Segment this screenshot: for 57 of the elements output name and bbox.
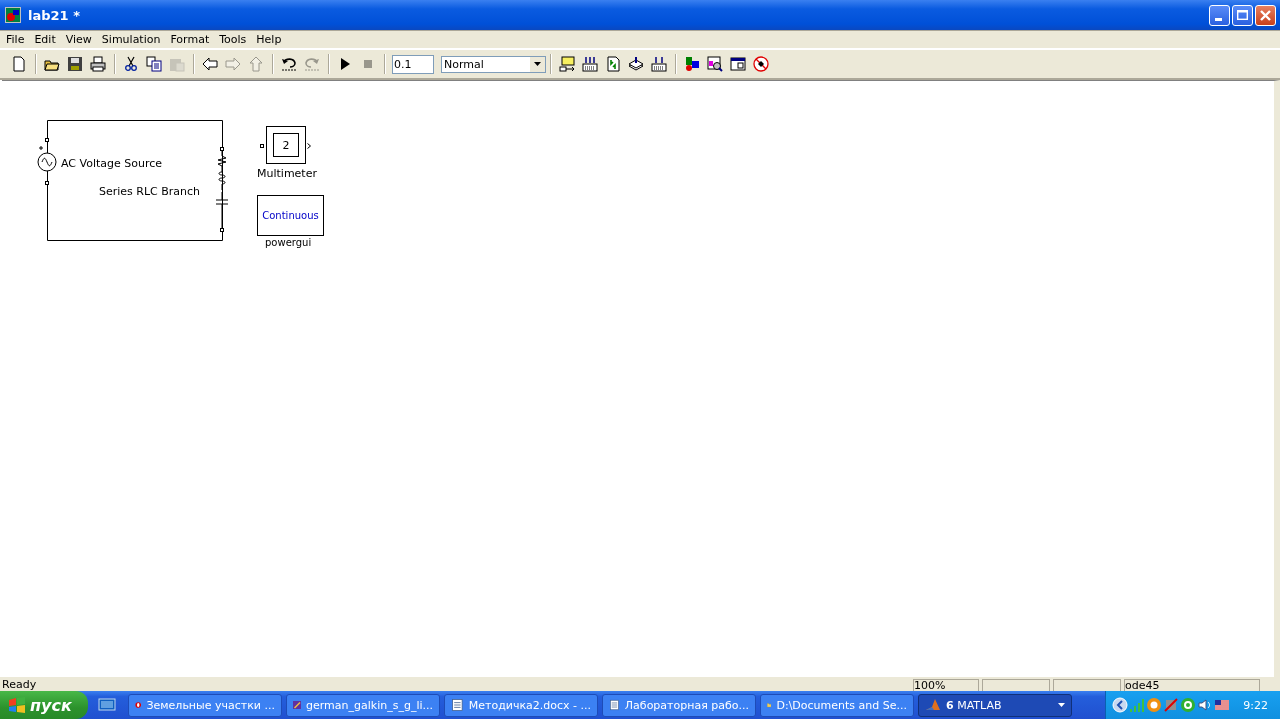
close-button[interactable] bbox=[1255, 4, 1276, 26]
document-icon bbox=[609, 697, 620, 713]
block-icon[interactable] bbox=[559, 56, 575, 72]
refresh-page-icon[interactable] bbox=[605, 56, 621, 72]
left-arrow-icon[interactable] bbox=[202, 56, 218, 72]
close-icon bbox=[1260, 9, 1271, 21]
taskbar-button[interactable]: D:\Documents and Se... bbox=[760, 693, 914, 717]
grid-icon[interactable] bbox=[582, 56, 598, 72]
magnifier-icon[interactable] bbox=[707, 56, 723, 72]
taskbar-button[interactable]: german_galkin_s_g_li... bbox=[286, 693, 440, 717]
floppy-icon[interactable] bbox=[67, 56, 83, 72]
menu-item[interactable]: Edit bbox=[29, 32, 61, 46]
menu-item[interactable]: Help bbox=[251, 32, 287, 46]
block-label: Multimeter bbox=[257, 167, 317, 180]
scissors-icon[interactable] bbox=[123, 56, 139, 72]
blocks-icon[interactable] bbox=[684, 56, 700, 72]
window-title: lab21 * bbox=[28, 7, 81, 23]
document-icon bbox=[451, 697, 464, 713]
stop-time-field[interactable]: 0.1 bbox=[392, 54, 434, 74]
status-message: Ready bbox=[1, 679, 38, 691]
menu-item[interactable]: Tools bbox=[214, 32, 252, 46]
start-button[interactable]: пуск bbox=[0, 691, 88, 719]
printer-icon[interactable] bbox=[90, 56, 106, 72]
display-value: 2 bbox=[273, 133, 299, 157]
window-icon[interactable] bbox=[730, 56, 746, 72]
menu-item[interactable]: View bbox=[60, 32, 97, 46]
flag-icon[interactable] bbox=[1214, 697, 1231, 713]
page-icon[interactable] bbox=[11, 56, 27, 72]
copy-icon[interactable] bbox=[146, 56, 162, 72]
peak-icon bbox=[925, 697, 941, 713]
block-label: powergui bbox=[265, 237, 312, 248]
port-icon bbox=[260, 144, 264, 148]
caret-icon bbox=[1058, 703, 1065, 707]
block-label: Series RLC Branch bbox=[99, 185, 201, 198]
taskbar-button[interactable]: Земельные участки ... bbox=[128, 693, 282, 717]
grid-icon[interactable] bbox=[651, 56, 667, 72]
taskbar-button[interactable]: Лабораторная рабо... bbox=[602, 693, 756, 717]
stack-icon[interactable] bbox=[628, 56, 644, 72]
minimize-button[interactable] bbox=[1209, 4, 1230, 26]
powergui-block[interactable]: Continuous bbox=[257, 195, 324, 236]
simulation-mode-dropdown[interactable]: Normal bbox=[441, 55, 546, 73]
crossed-circle-icon[interactable] bbox=[753, 56, 769, 72]
menu-item[interactable]: Simulation bbox=[96, 32, 166, 46]
app-icon bbox=[5, 7, 21, 23]
taskbar-button[interactable]: 6 MATLAB bbox=[918, 693, 1072, 717]
menu-item[interactable]: File bbox=[1, 32, 30, 46]
flag-icon bbox=[8, 697, 26, 713]
maximize-icon bbox=[1237, 10, 1248, 20]
block-label: AC Voltage Source bbox=[61, 157, 163, 170]
undo-icon[interactable] bbox=[281, 56, 297, 72]
caret-icon bbox=[534, 62, 541, 66]
menu-item[interactable]: Format bbox=[165, 32, 215, 46]
maximize-button[interactable] bbox=[1232, 4, 1253, 26]
multimeter-block[interactable]: 2 bbox=[266, 126, 306, 164]
taskbar-button[interactable]: Методичка2.docx - ... bbox=[444, 693, 598, 717]
ring-icon[interactable] bbox=[1146, 697, 1163, 713]
minimize-icon bbox=[1215, 17, 1222, 21]
